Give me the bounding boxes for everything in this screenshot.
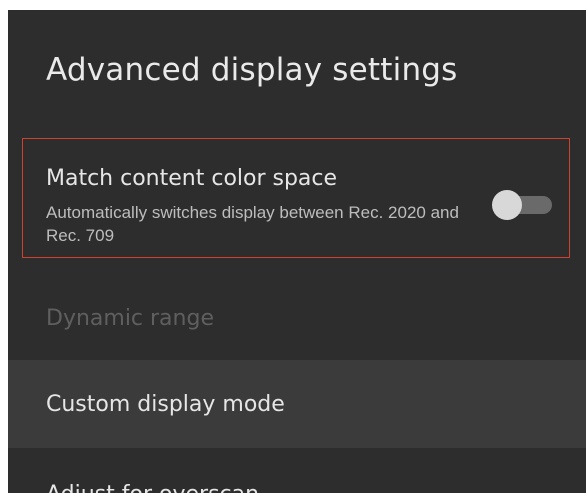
custom-display-mode-title: Custom display mode bbox=[46, 392, 285, 417]
match-content-color-space-description: Automatically switches display between R… bbox=[46, 203, 459, 245]
dynamic-range-title: Dynamic range bbox=[46, 306, 214, 331]
toggle-thumb bbox=[492, 190, 522, 220]
page-title: Advanced display settings bbox=[46, 52, 458, 88]
adjust-for-overscan-item[interactable]: Adjust for overscan bbox=[8, 448, 586, 493]
settings-screen: Advanced display settings Match content … bbox=[8, 10, 586, 493]
match-content-color-space-toggle[interactable] bbox=[492, 190, 554, 220]
custom-display-mode-item[interactable]: Custom display mode bbox=[8, 360, 586, 448]
match-content-color-space-item[interactable]: Match content color space Automatically … bbox=[8, 138, 586, 260]
match-content-color-space-title: Match content color space bbox=[46, 166, 338, 191]
adjust-for-overscan-title: Adjust for overscan bbox=[46, 482, 259, 493]
dynamic-range-item: Dynamic range bbox=[8, 300, 586, 360]
